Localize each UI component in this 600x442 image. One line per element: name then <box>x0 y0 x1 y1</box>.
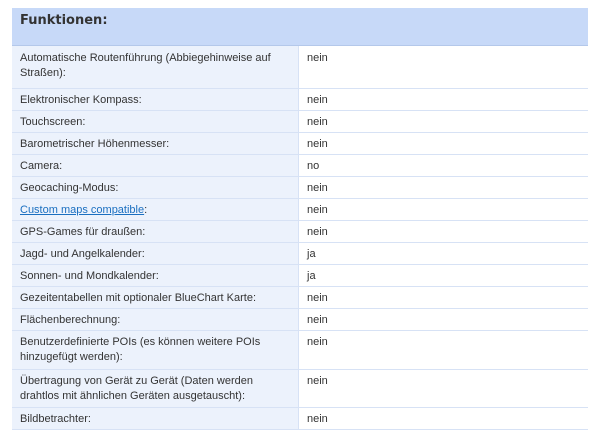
row-label: Übertragung von Gerät zu Gerät (Daten we… <box>12 370 299 407</box>
section-header: Funktionen: <box>12 8 588 46</box>
row-value: nein <box>299 133 588 154</box>
features-table: Funktionen: Automatische Routenführung (… <box>12 8 588 430</box>
table-row: Übertragung von Gerät zu Gerät (Daten we… <box>12 370 588 408</box>
table-row: Camera: no <box>12 155 588 177</box>
row-label: Gezeitentabellen mit optionaler BlueChar… <box>12 287 299 308</box>
row-label: Automatische Routenführung (Abbiegehinwe… <box>12 46 299 88</box>
row-value: nein <box>299 287 588 308</box>
table-row: Benutzerdefinierte POIs (es können weite… <box>12 331 588 370</box>
table-row: Geocaching-Modus: nein <box>12 177 588 199</box>
section-title: Funktionen: <box>20 13 108 28</box>
row-value: nein <box>299 370 588 407</box>
row-label: Bildbetrachter: <box>12 408 299 429</box>
table-row: Flächenberechnung: nein <box>12 309 588 331</box>
row-value: nein <box>299 111 588 132</box>
row-value: nein <box>299 221 588 242</box>
row-value: ja <box>299 243 588 264</box>
table-row: Touchscreen: nein <box>12 111 588 133</box>
table-row: Elektronischer Kompass: nein <box>12 89 588 111</box>
table-row: Gezeitentabellen mit optionaler BlueChar… <box>12 287 588 309</box>
table-row: Automatische Routenführung (Abbiegehinwe… <box>12 46 588 89</box>
row-label: Jagd- und Angelkalender: <box>12 243 299 264</box>
table-row: Jagd- und Angelkalender: ja <box>12 243 588 265</box>
row-label: Elektronischer Kompass: <box>12 89 299 110</box>
table-row: Barometrischer Höhenmesser: nein <box>12 133 588 155</box>
table-row: Custom maps compatible: nein <box>12 199 588 221</box>
row-value: nein <box>299 331 588 369</box>
row-label-suffix: : <box>144 204 148 216</box>
row-value: nein <box>299 46 588 88</box>
row-value: ja <box>299 265 588 286</box>
row-value: nein <box>299 199 588 220</box>
row-label: Sonnen- und Mondkalender: <box>12 265 299 286</box>
row-label: Touchscreen: <box>12 111 299 132</box>
custom-maps-link[interactable]: Custom maps compatible <box>20 204 144 216</box>
row-value: nein <box>299 309 588 330</box>
row-label: Benutzerdefinierte POIs (es können weite… <box>12 331 299 369</box>
row-value: nein <box>299 177 588 198</box>
row-value: no <box>299 155 588 176</box>
row-label: Flächenberechnung: <box>12 309 299 330</box>
row-value: nein <box>299 408 588 429</box>
table-row: Bildbetrachter: nein <box>12 408 588 430</box>
row-label: Geocaching-Modus: <box>12 177 299 198</box>
row-label: Camera: <box>12 155 299 176</box>
table-row: Sonnen- und Mondkalender: ja <box>12 265 588 287</box>
row-label: GPS-Games für draußen: <box>12 221 299 242</box>
table-row: GPS-Games für draußen: nein <box>12 221 588 243</box>
row-label: Custom maps compatible: <box>12 199 299 220</box>
row-label: Barometrischer Höhenmesser: <box>12 133 299 154</box>
row-value: nein <box>299 89 588 110</box>
